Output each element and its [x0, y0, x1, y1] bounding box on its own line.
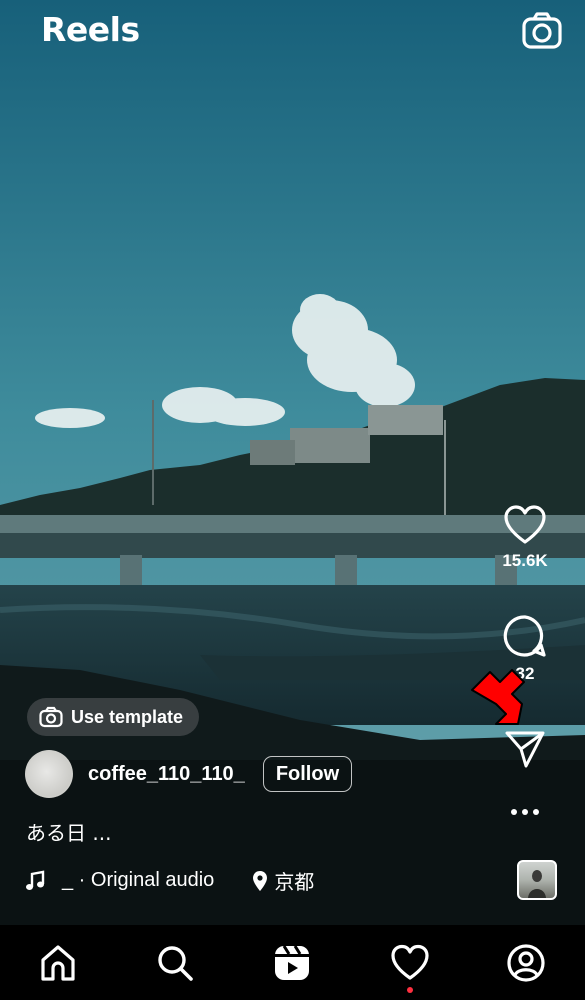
like-group: 15.6K [465, 505, 585, 571]
annotation-arrow-icon [471, 669, 525, 725]
camera-icon[interactable] [521, 10, 563, 52]
avatar[interactable] [25, 750, 73, 798]
notification-dot [407, 987, 413, 993]
search-icon[interactable] [155, 943, 195, 983]
use-template-button[interactable]: Use template [27, 698, 200, 736]
audio-label[interactable]: _ · Original audio [62, 869, 214, 892]
heart-icon[interactable] [503, 505, 547, 545]
author-row: coffee_110_110_ Follow [25, 750, 353, 798]
camera-icon [39, 706, 63, 728]
follow-button[interactable]: Follow [262, 756, 353, 792]
avatar-logo-icon [25, 750, 73, 798]
audio-cover-image [528, 870, 546, 898]
audio-row: _ · Original audio 京都 [24, 866, 314, 895]
activity-icon[interactable] [390, 943, 430, 993]
username[interactable]: coffee_110_110_ [88, 763, 245, 786]
share-group [465, 729, 585, 769]
reels-icon[interactable] [272, 943, 312, 983]
profile-icon[interactable] [506, 943, 546, 983]
caption[interactable]: ある日 ... [26, 817, 111, 846]
location-pin-icon [253, 870, 268, 891]
bottom-nav [0, 925, 585, 1000]
audio-thumbnail[interactable] [517, 860, 557, 900]
location-label: 京都 [274, 872, 315, 894]
home-icon[interactable] [38, 943, 78, 983]
music-note-icon [26, 870, 45, 890]
share-icon[interactable] [504, 729, 546, 769]
use-template-label: Use template [71, 706, 184, 727]
like-count[interactable]: 15.6K [465, 551, 585, 571]
more-group [465, 804, 585, 820]
page-title: Reels [41, 10, 140, 49]
location-tag[interactable]: 京都 [252, 866, 314, 895]
more-icon[interactable] [510, 804, 540, 820]
comment-icon[interactable] [503, 614, 547, 658]
